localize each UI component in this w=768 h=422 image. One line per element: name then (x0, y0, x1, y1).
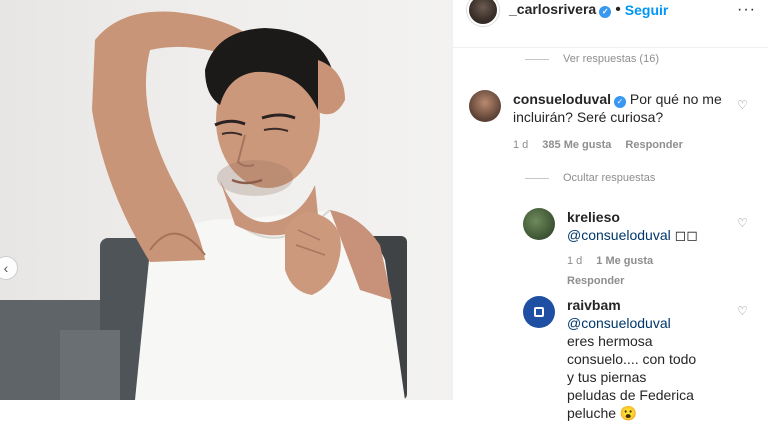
reply-username[interactable]: raivbam (567, 297, 621, 313)
more-options-icon[interactable]: ··· (737, 1, 756, 19)
chevron-left-icon: ‹ (3, 260, 9, 276)
reply-text: ◻◻ (674, 227, 698, 243)
logo-icon (534, 307, 544, 317)
comment-likes[interactable]: 385 Me gusta (542, 136, 611, 154)
hide-replies-label: Ocultar respuestas (563, 172, 656, 184)
post-photo[interactable]: ‹ (0, 0, 452, 400)
reply-body: krelieso @consueloduval ◻◻ 1 d 1 Me gust… (567, 208, 698, 290)
comments-panel: _carlosrivera ✓ • Seguir ··· Ver respuest… (452, 0, 768, 421)
reply-text: eres hermosa consuelo.... con todo y tus… (567, 333, 697, 421)
header-separator: • (615, 0, 621, 18)
reply-item: krelieso @consueloduval ◻◻ 1 d 1 Me gust… (523, 208, 733, 290)
thread-dash (525, 177, 549, 179)
reply-username[interactable]: krelieso (567, 209, 620, 225)
comment-time: 1 d (513, 139, 529, 151)
comment-item: consueloduval ✓ Por qué no me incluirán? … (469, 90, 739, 154)
reply-meta: 1 d 1 Me gusta (567, 252, 698, 270)
photo-illustration (0, 11, 407, 400)
author-username[interactable]: _carlosrivera ✓ (509, 1, 612, 18)
comment-username[interactable]: consueloduval (513, 91, 611, 107)
comment-avatar[interactable] (469, 90, 501, 122)
reply-mention[interactable]: @consueloduval (567, 227, 671, 243)
reply-body: raivbam @consueloduval eres hermosa cons… (567, 296, 697, 422)
reply-mention[interactable]: @consueloduval (567, 315, 671, 331)
post-header: _carlosrivera ✓ • Seguir ··· (453, 0, 768, 48)
reply-meta-row2: Responder (567, 272, 698, 290)
reply-time: 1 d (567, 255, 583, 267)
author-avatar[interactable] (467, 0, 499, 26)
reply-likes[interactable]: 1 Me gusta (596, 252, 653, 270)
reply-button[interactable]: Responder (567, 272, 624, 290)
instagram-post-view: ‹ _carlosrivera ✓ • Seguir ··· Ver respue… (0, 0, 768, 421)
view-replies-label: Ver respuestas (16) (563, 53, 659, 65)
thread-dash (525, 58, 549, 60)
reply-button[interactable]: Responder (625, 136, 682, 154)
follow-button[interactable]: Seguir (625, 2, 669, 18)
verified-badge-icon: ✓ (599, 5, 612, 18)
heart-icon[interactable]: ♡ (737, 98, 748, 112)
verified-badge-icon: ✓ (614, 96, 627, 108)
hide-replies-button[interactable]: Ocultar respuestas (525, 172, 655, 184)
heart-icon[interactable]: ♡ (737, 304, 748, 318)
comment-meta: 1 d 385 Me gusta Responder (513, 136, 739, 154)
reply-item: raivbam @consueloduval eres hermosa cons… (523, 296, 733, 422)
heart-icon[interactable]: ♡ (737, 216, 748, 230)
reply-avatar[interactable] (523, 296, 555, 328)
author-username-text: _carlosrivera (509, 1, 597, 18)
comment-body: consueloduval ✓ Por qué no me incluirán? … (513, 90, 739, 154)
view-replies-button[interactable]: Ver respuestas (16) (525, 53, 659, 65)
reply-avatar[interactable] (523, 208, 555, 240)
